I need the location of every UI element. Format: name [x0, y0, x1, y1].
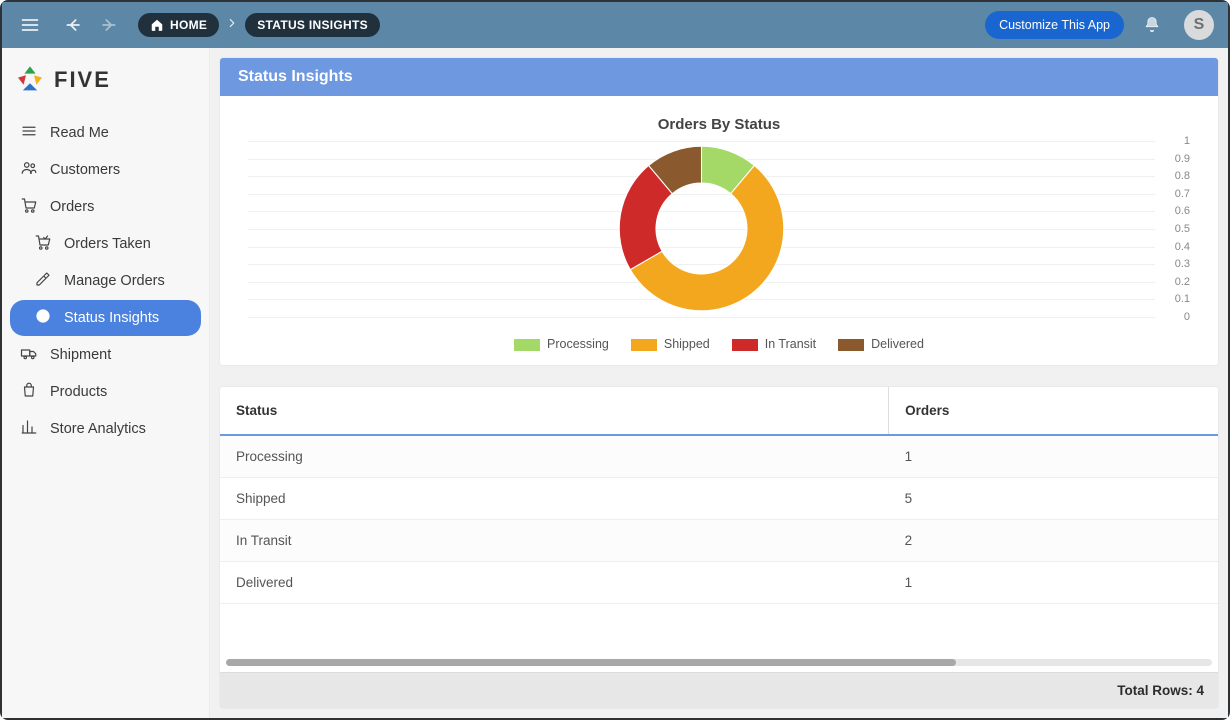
breadcrumb-label: STATUS INSIGHTS [257, 18, 368, 32]
sidebar-item-customers[interactable]: Customers [10, 152, 201, 188]
page-title: Status Insights [220, 58, 1218, 96]
sidebar-item-label: Status Insights [64, 310, 159, 326]
y-tick: 0.8 [1175, 170, 1190, 182]
legend-label: Delivered [871, 337, 924, 351]
chart-legend: Processing Shipped In Transit Delivered [248, 337, 1190, 351]
table-row[interactable]: Delivered1 [220, 562, 1218, 604]
customize-app-label: Customize This App [999, 18, 1110, 32]
cell-status: Processing [220, 435, 889, 478]
sidebar-item-label: Read Me [50, 125, 109, 141]
table-card: Status Orders Processing1Shipped5In Tran… [220, 387, 1218, 708]
readme-icon [18, 122, 40, 144]
y-tick: 0 [1184, 311, 1190, 323]
y-tick: 0.4 [1175, 241, 1190, 253]
sidebar-item-label: Orders Taken [64, 236, 151, 252]
topbar: HOME STATUS INSIGHTS Customize This App … [2, 2, 1228, 48]
legend-swatch [838, 339, 864, 351]
avatar[interactable]: S [1184, 10, 1214, 40]
chart-title: Orders By Status [248, 116, 1190, 133]
cell-status: In Transit [220, 520, 889, 562]
legend-item[interactable]: Shipped [631, 337, 710, 351]
legend-label: Processing [547, 337, 609, 351]
avatar-initial: S [1194, 16, 1205, 34]
legend-label: Shipped [664, 337, 710, 351]
y-tick: 0.7 [1175, 188, 1190, 200]
sidebar-item-label: Customers [50, 162, 120, 178]
donut-chart [248, 141, 1155, 317]
sidebar-item-label: Products [50, 384, 107, 400]
sidebar-item-orders-taken[interactable]: Orders Taken [10, 226, 201, 262]
breadcrumb-home[interactable]: HOME [138, 13, 219, 37]
sidebar-item-label: Store Analytics [50, 421, 146, 437]
sidebar-item-label: Manage Orders [64, 273, 165, 289]
scrollbar-thumb[interactable] [226, 659, 956, 666]
sidebar-item-read-me[interactable]: Read Me [10, 115, 201, 151]
table-row[interactable]: In Transit2 [220, 520, 1218, 562]
truck-icon [18, 344, 40, 366]
customize-app-button[interactable]: Customize This App [985, 11, 1124, 39]
brand-logo-icon [14, 64, 46, 96]
sidebar-item-status-insights[interactable]: Status Insights [10, 300, 201, 336]
table-column-status[interactable]: Status [220, 387, 889, 435]
cell-status: Shipped [220, 478, 889, 520]
breadcrumb-home-label: HOME [170, 18, 207, 32]
legend-item[interactable]: Processing [514, 337, 609, 351]
brand: FIVE [2, 54, 209, 110]
home-icon [150, 18, 164, 32]
cell-orders: 1 [889, 562, 1218, 604]
legend-item[interactable]: Delivered [838, 337, 924, 351]
customers-icon [18, 159, 40, 181]
back-icon[interactable] [60, 11, 88, 39]
orders-icon [18, 196, 40, 218]
table-row[interactable]: Processing1 [220, 435, 1218, 478]
legend-swatch [631, 339, 657, 351]
legend-swatch [514, 339, 540, 351]
orders-taken-icon [32, 233, 54, 255]
cell-orders: 2 [889, 520, 1218, 562]
horizontal-scrollbar[interactable] [226, 659, 1212, 666]
sidebar-item-manage-orders[interactable]: Manage Orders [10, 263, 201, 299]
sidebar-item-store-analytics[interactable]: Store Analytics [10, 411, 201, 447]
legend-label: In Transit [765, 337, 816, 351]
chevron-right-icon [225, 16, 239, 35]
sidebar-item-label: Orders [50, 199, 94, 215]
table-column-orders[interactable]: Orders [889, 387, 1218, 435]
chart-card: Status Insights Orders By Status 1 0.9 0.8… [220, 58, 1218, 365]
menu-icon[interactable] [16, 11, 44, 39]
table-row[interactable]: Shipped5 [220, 478, 1218, 520]
cell-status: Delivered [220, 562, 889, 604]
sidebar-item-shipment[interactable]: Shipment [10, 337, 201, 373]
y-tick: 0.5 [1175, 223, 1190, 235]
sidebar-item-products[interactable]: Products [10, 374, 201, 410]
sidebar-item-label: Shipment [50, 347, 111, 363]
bag-icon [18, 381, 40, 403]
target-icon [32, 307, 54, 329]
table-header-row: Status Orders [220, 387, 1218, 435]
legend-item[interactable]: In Transit [732, 337, 816, 351]
main-area: Status Insights Orders By Status 1 0.9 0.8… [210, 48, 1228, 718]
analytics-icon [18, 418, 40, 440]
table-footer-label: Total Rows: 4 [1117, 683, 1204, 698]
y-tick: 0.9 [1175, 153, 1190, 165]
forward-icon[interactable] [94, 11, 122, 39]
y-tick: 0.2 [1175, 276, 1190, 288]
table-footer: Total Rows: 4 [220, 672, 1218, 708]
breadcrumb-status-insights[interactable]: STATUS INSIGHTS [245, 13, 380, 37]
y-tick: 0.1 [1175, 293, 1190, 305]
bell-icon[interactable] [1138, 11, 1166, 39]
edit-icon [32, 270, 54, 292]
y-tick: 1 [1184, 135, 1190, 147]
cell-orders: 1 [889, 435, 1218, 478]
brand-name: FIVE [54, 67, 111, 93]
y-tick: 0.3 [1175, 258, 1190, 270]
cell-orders: 5 [889, 478, 1218, 520]
y-tick: 0.6 [1175, 205, 1190, 217]
legend-swatch [732, 339, 758, 351]
sidebar: FIVE Read Me Customers Orders [2, 48, 210, 718]
sidebar-item-orders[interactable]: Orders [10, 189, 201, 225]
sidebar-nav: Read Me Customers Orders Orders Taken [2, 110, 209, 452]
